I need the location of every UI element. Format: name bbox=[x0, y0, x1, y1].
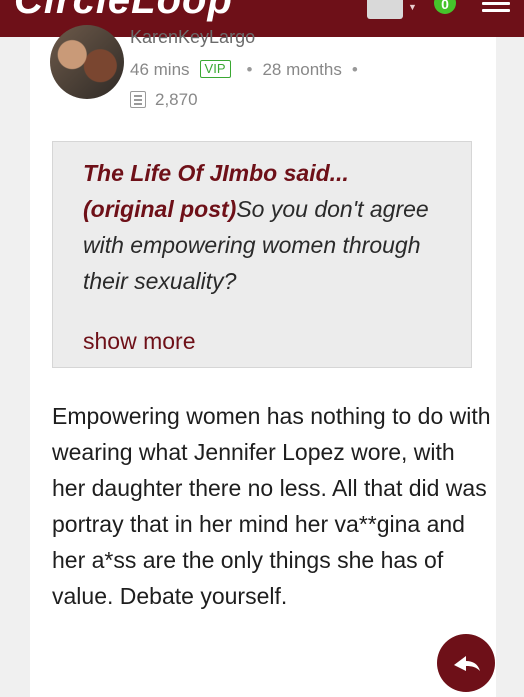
post-body: Empowering women has nothing to do with … bbox=[52, 403, 491, 609]
post-meta: 46 mins VIP • 28 months • bbox=[130, 60, 368, 80]
vip-badge: VIP bbox=[199, 60, 231, 78]
member-duration: 28 months bbox=[262, 60, 342, 79]
separator-dot: • bbox=[246, 60, 253, 79]
quoted-post: The Life Of JImbo said... (original post)… bbox=[52, 141, 472, 368]
show-more-link[interactable]: show more bbox=[83, 327, 195, 355]
quote-author[interactable]: The Life Of JImbo said... bbox=[83, 155, 463, 191]
views-icon bbox=[130, 91, 146, 108]
author-avatar[interactable] bbox=[50, 25, 124, 99]
post-time: 46 mins bbox=[130, 60, 190, 79]
chevron-down-icon[interactable]: ▼ bbox=[408, 2, 417, 12]
view-count-value: 2,870 bbox=[155, 90, 198, 109]
user-avatar[interactable] bbox=[367, 0, 403, 19]
notification-count-badge: 0 bbox=[434, 0, 456, 14]
notifications-button[interactable]: 0 bbox=[430, 0, 462, 18]
reply-icon bbox=[454, 656, 480, 671]
author-name[interactable]: KarenKeyLargo bbox=[130, 28, 255, 46]
site-logo[interactable]: CircleLoop bbox=[14, 0, 233, 23]
quote-text: The Life Of JImbo said... (original post)… bbox=[83, 155, 463, 299]
reply-button[interactable] bbox=[437, 634, 495, 692]
separator-dot: • bbox=[351, 60, 358, 79]
view-count: 2,870 bbox=[130, 90, 198, 110]
original-post-link[interactable]: (original post) bbox=[83, 196, 236, 222]
hamburger-menu-icon[interactable] bbox=[482, 0, 510, 14]
